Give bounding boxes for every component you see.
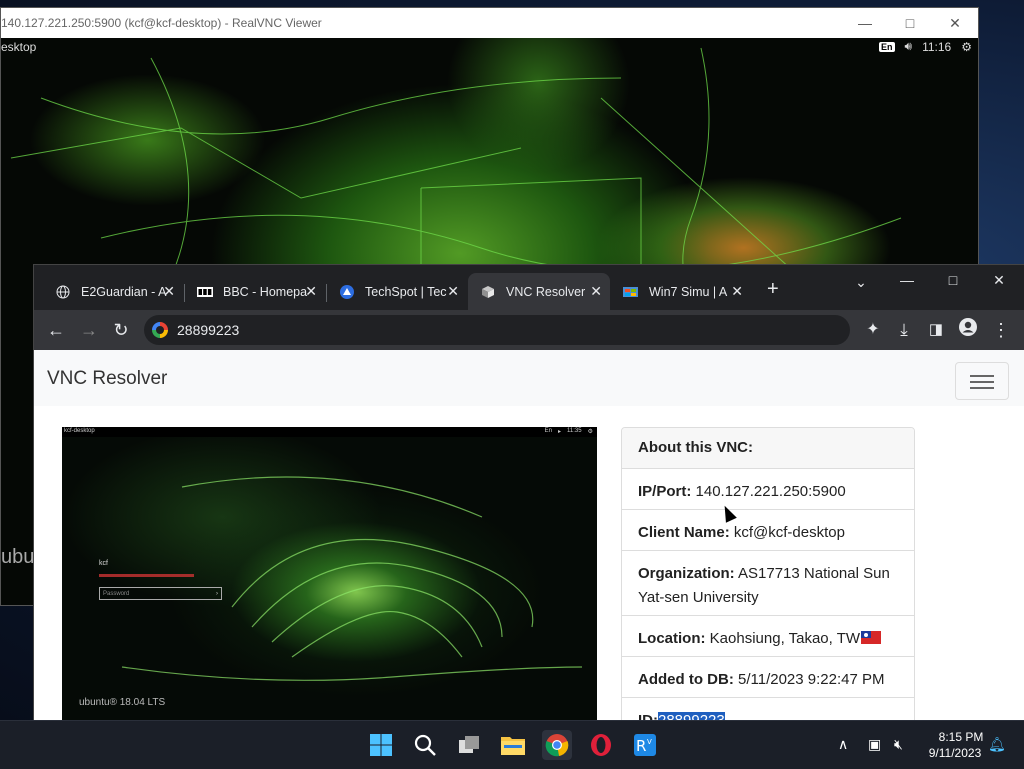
taskbar-clock-time[interactable]: 8:15 PM bbox=[936, 730, 986, 744]
screenshot-username: kcf bbox=[99, 560, 108, 567]
taiwan-flag-icon bbox=[861, 631, 882, 644]
info-row-id: ID:28899223 bbox=[622, 698, 914, 721]
google-icon bbox=[152, 322, 168, 338]
task-view-icon[interactable] bbox=[454, 730, 484, 760]
profile-avatar-icon[interactable] bbox=[955, 317, 981, 343]
added-label: Added to DB: bbox=[638, 671, 734, 688]
start-windows-icon[interactable] bbox=[366, 730, 396, 760]
chrome-icon[interactable] bbox=[542, 730, 572, 760]
tab-title: VNC Resolver bbox=[506, 284, 586, 299]
close-tab-icon[interactable]: ✕ bbox=[163, 283, 175, 300]
download-icon[interactable]: ⤓ bbox=[891, 317, 917, 343]
info-row-added: Added to DB: 5/11/2023 9:22:47 PM bbox=[622, 657, 914, 698]
taskbar: RV ∧ ▣ 🔇︎ 8:15 PM 9/11/2023 🔔︎ bbox=[0, 720, 1024, 769]
ip-label: IP/Port: bbox=[638, 483, 692, 500]
tab-title: TechSpot | Tec bbox=[365, 284, 447, 299]
browser-window[interactable]: E2Guardian - A ✕ BBC - Homepa ✕ TechSpot… bbox=[33, 264, 1024, 722]
vnc-window-title: 140.127.221.250:5900 (kcf@kcf-desktop) -… bbox=[1, 16, 322, 30]
remote-os-partial-label: ubu bbox=[1, 546, 35, 568]
network-icon[interactable]: ▣ bbox=[868, 736, 881, 753]
forward-button[interactable]: → bbox=[76, 317, 102, 343]
tab-e2guardian[interactable]: E2Guardian - A ✕ bbox=[43, 273, 183, 310]
tab-title: Win7 Simu | A bbox=[649, 284, 728, 299]
close-button[interactable]: ✕ bbox=[976, 265, 1022, 295]
screenshot-arrow-icon: › bbox=[216, 591, 218, 597]
tab-techspot[interactable]: TechSpot | Tec ✕ bbox=[327, 273, 467, 310]
vnc-resolver-icon bbox=[480, 284, 496, 300]
location-value: Kaohsiung, Takao, TW bbox=[709, 630, 861, 647]
ip-value: 140.127.221.250:5900 bbox=[695, 483, 846, 500]
site-navbar: VNC Resolver bbox=[34, 350, 1024, 406]
back-button[interactable]: ← bbox=[43, 317, 69, 343]
address-bar[interactable]: 28899223 bbox=[144, 315, 850, 345]
vnc-titlebar[interactable]: 140.127.221.250:5900 (kcf@kcf-desktop) -… bbox=[1, 8, 978, 38]
maximize-button[interactable]: □ bbox=[930, 265, 976, 295]
screenshot-password-field: Password › bbox=[99, 587, 222, 600]
chevron-up-icon[interactable]: ∧ bbox=[838, 736, 848, 753]
svg-text:V: V bbox=[647, 738, 652, 746]
new-tab-button[interactable]: + bbox=[767, 278, 779, 301]
vnc-info-card: About this VNC: IP/Port: 140.127.221.250… bbox=[621, 427, 915, 721]
close-button[interactable]: ✕ bbox=[932, 8, 978, 38]
hamburger-menu-icon[interactable] bbox=[955, 362, 1009, 400]
screenshot-os-label: ubuntu® 18.04 LTS bbox=[79, 697, 166, 708]
info-row-ip: IP/Port: 140.127.221.250:5900 bbox=[622, 469, 914, 510]
location-label: Location: bbox=[638, 630, 706, 647]
info-card-header: About this VNC: bbox=[622, 428, 914, 469]
added-value: 5/11/2023 9:22:47 PM bbox=[738, 671, 885, 688]
close-tab-icon[interactable]: ✕ bbox=[305, 283, 317, 300]
client-label: Client Name: bbox=[638, 524, 730, 541]
tab-bbc[interactable]: BBC - Homepa ✕ bbox=[185, 273, 325, 310]
browser-toolbar: ← → ↻ 28899223 ✦ ⤓ ◨ ⋮ bbox=[34, 310, 1024, 350]
minimize-button[interactable]: — bbox=[842, 8, 888, 38]
notification-bell-icon[interactable]: 🔔︎ bbox=[988, 736, 1006, 753]
info-row-organization: Organization: AS17713 National Sun Yat-s… bbox=[622, 551, 914, 616]
close-tab-icon[interactable]: ✕ bbox=[447, 283, 459, 300]
client-value: kcf@kcf-desktop bbox=[733, 524, 845, 541]
globe-icon bbox=[55, 284, 71, 300]
svg-text:R: R bbox=[636, 737, 646, 755]
file-explorer-icon[interactable] bbox=[498, 730, 528, 760]
techspot-icon bbox=[339, 284, 355, 300]
vnc-screenshot-image: kcf-desktop En ▸ 11:35 ⚙ kcf Password › … bbox=[62, 427, 597, 721]
tab-search-chevron-icon[interactable]: ⌄ bbox=[838, 267, 884, 297]
screenshot-error-text bbox=[99, 574, 194, 577]
volume-muted-icon[interactable]: 🔇︎ bbox=[894, 736, 903, 753]
tab-title: E2Guardian - A bbox=[81, 284, 167, 299]
opera-icon[interactable] bbox=[586, 730, 616, 760]
extensions-puzzle-icon[interactable]: ✦ bbox=[860, 317, 886, 343]
tab-win7-simu[interactable]: Win7 Simu | A ✕ bbox=[611, 273, 751, 310]
tab-strip: E2Guardian - A ✕ BBC - Homepa ✕ TechSpot… bbox=[34, 265, 1024, 310]
tab-vnc-resolver[interactable]: VNC Resolver ✕ bbox=[468, 273, 610, 310]
address-text: 28899223 bbox=[177, 322, 240, 338]
side-panel-icon[interactable]: ◨ bbox=[923, 317, 949, 343]
maximize-button[interactable]: □ bbox=[887, 8, 933, 38]
close-tab-icon[interactable]: ✕ bbox=[590, 283, 602, 300]
web-page: VNC Resolver kcf-desktop En ▸ 11:35 ⚙ kc… bbox=[34, 350, 1024, 721]
tab-title: BBC - Homepa bbox=[223, 284, 308, 299]
minimize-button[interactable]: — bbox=[884, 265, 930, 295]
menu-kebab-icon[interactable]: ⋮ bbox=[988, 317, 1014, 343]
organization-label: Organization: bbox=[638, 565, 735, 582]
info-row-location: Location: Kaohsiung, Takao, TW bbox=[622, 616, 914, 657]
close-tab-icon[interactable]: ✕ bbox=[731, 283, 743, 300]
win7-icon bbox=[623, 284, 639, 300]
reload-button[interactable]: ↻ bbox=[108, 317, 134, 343]
taskbar-clock-date[interactable]: 9/11/2023 bbox=[925, 746, 985, 760]
realvnc-icon[interactable]: RV bbox=[630, 730, 660, 760]
info-row-client: Client Name: kcf@kcf-desktop bbox=[622, 510, 914, 551]
search-icon[interactable] bbox=[410, 730, 440, 760]
bbc-icon bbox=[197, 284, 213, 300]
site-brand[interactable]: VNC Resolver bbox=[47, 368, 167, 390]
